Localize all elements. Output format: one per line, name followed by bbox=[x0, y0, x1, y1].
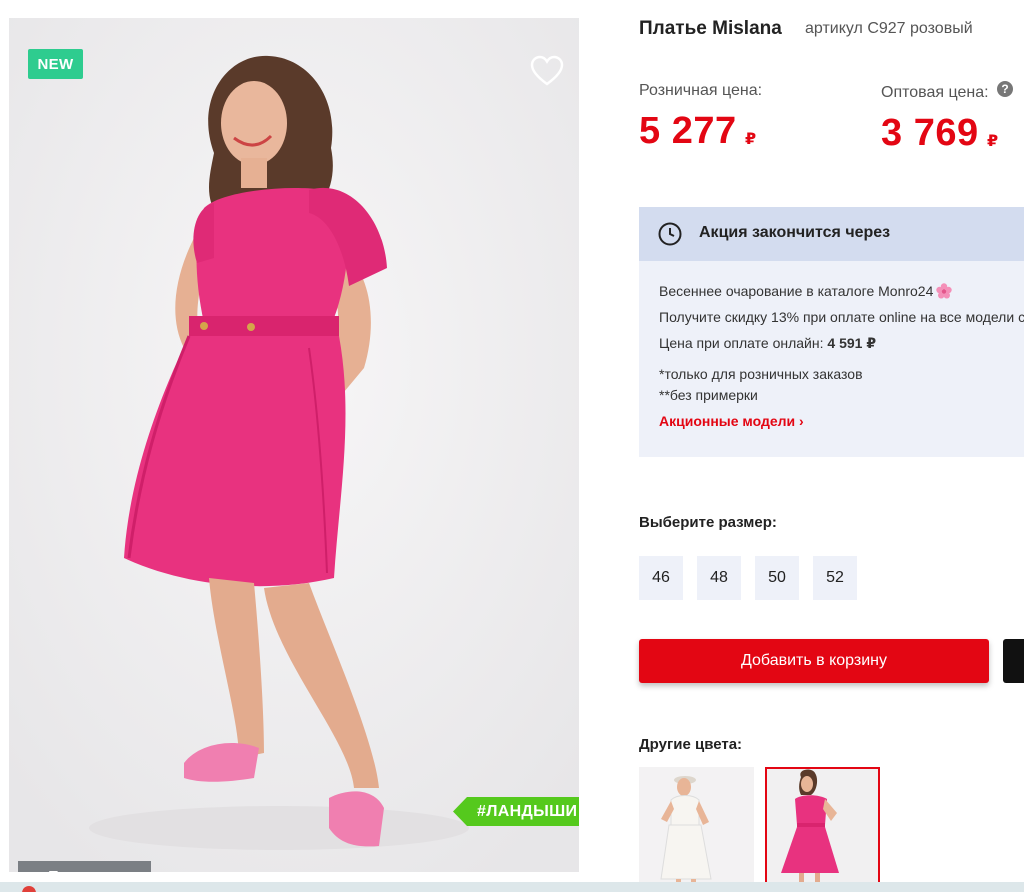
promo-link-text: Акционные модели bbox=[659, 413, 796, 429]
size-option[interactable]: 48 bbox=[697, 556, 741, 600]
chevron-right-icon: › bbox=[799, 413, 804, 429]
color-thumbnail-white[interactable] bbox=[639, 767, 754, 887]
product-title: Платье Mislana bbox=[639, 18, 782, 39]
size-option[interactable]: 46 bbox=[639, 556, 683, 600]
promo-header: Акция закончится через bbox=[639, 207, 1024, 261]
preorder-badge: Предзаказ bbox=[18, 861, 151, 872]
promo-models-link[interactable]: Акционные модели › bbox=[659, 413, 804, 429]
retail-price-label: Розничная цена: bbox=[639, 82, 763, 99]
product-photo[interactable]: NEW #ЛАНДЫШИ Предзаказ bbox=[9, 18, 579, 872]
pink-dress-thumbnail-icon bbox=[767, 769, 878, 885]
promo-online-label: Цена при оплате онлайн: bbox=[659, 335, 824, 351]
product-article: артикул C927 розовый bbox=[805, 20, 973, 37]
clock-icon bbox=[658, 222, 682, 246]
promo-line-1-text: Весеннее очарование в каталоге Monro24 bbox=[659, 283, 934, 299]
retail-currency: ₽ bbox=[745, 131, 757, 148]
bottom-bar bbox=[0, 882, 1024, 892]
color-thumbnail-pink[interactable] bbox=[765, 767, 880, 887]
collection-tag-label: #ЛАНДЫШИ bbox=[477, 803, 578, 820]
promo-header-text: Акция закончится через bbox=[699, 224, 891, 241]
promo-online-price: Цена при оплате онлайн: 4 591 ₽ bbox=[659, 335, 876, 352]
wholesale-help-icon[interactable]: ? bbox=[997, 81, 1013, 97]
add-to-cart-button[interactable]: Добавить в корзину bbox=[639, 639, 989, 683]
other-colors-label: Другие цвета: bbox=[639, 736, 743, 753]
new-badge: NEW bbox=[28, 49, 83, 79]
white-dress-thumbnail-icon bbox=[639, 767, 754, 887]
collection-tag[interactable]: #ЛАНДЫШИ bbox=[453, 797, 579, 826]
promo-note-2: **без примерки bbox=[659, 387, 758, 403]
size-option[interactable]: 52 bbox=[813, 556, 857, 600]
secondary-action-button[interactable] bbox=[1003, 639, 1024, 683]
promo-online-value: 4 591 ₽ bbox=[827, 335, 877, 351]
flower-icon bbox=[936, 283, 953, 299]
wholesale-currency: ₽ bbox=[987, 133, 999, 150]
wholesale-price-value: 3 769 bbox=[881, 112, 979, 154]
model-illustration bbox=[9, 18, 579, 872]
favorite-heart-icon[interactable] bbox=[530, 55, 564, 87]
promo-line-1: Весеннее очарование в каталоге Monro24 bbox=[659, 283, 953, 299]
promo-note-1: *только для розничных заказов bbox=[659, 366, 863, 382]
retail-price-value: 5 277 bbox=[639, 110, 737, 152]
size-label: Выберите размер: bbox=[639, 514, 777, 531]
promo-line-2: Получите скидку 13% при оплате online на… bbox=[659, 309, 1024, 325]
promo-box: Акция закончится через Весеннее очарован… bbox=[639, 207, 1024, 457]
size-option[interactable]: 50 bbox=[755, 556, 799, 600]
wholesale-price-label: Оптовая цена: bbox=[881, 84, 989, 101]
